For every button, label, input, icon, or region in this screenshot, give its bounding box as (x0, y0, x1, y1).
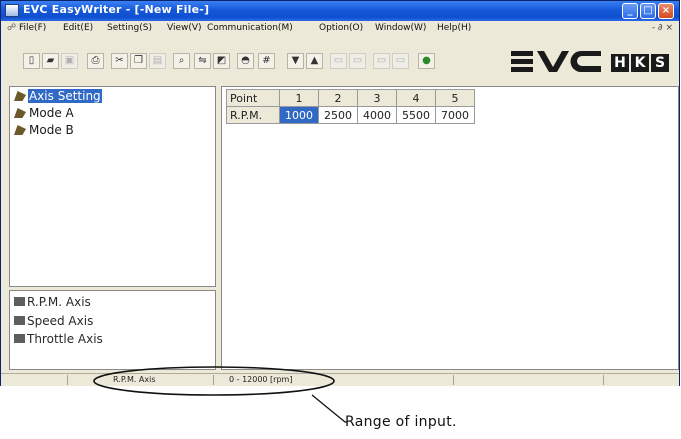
annotation-label: Range of input. (345, 414, 457, 430)
highlight-ellipse (93, 366, 335, 396)
annotation-overlay (93, 366, 347, 423)
callout-line (311, 394, 347, 423)
